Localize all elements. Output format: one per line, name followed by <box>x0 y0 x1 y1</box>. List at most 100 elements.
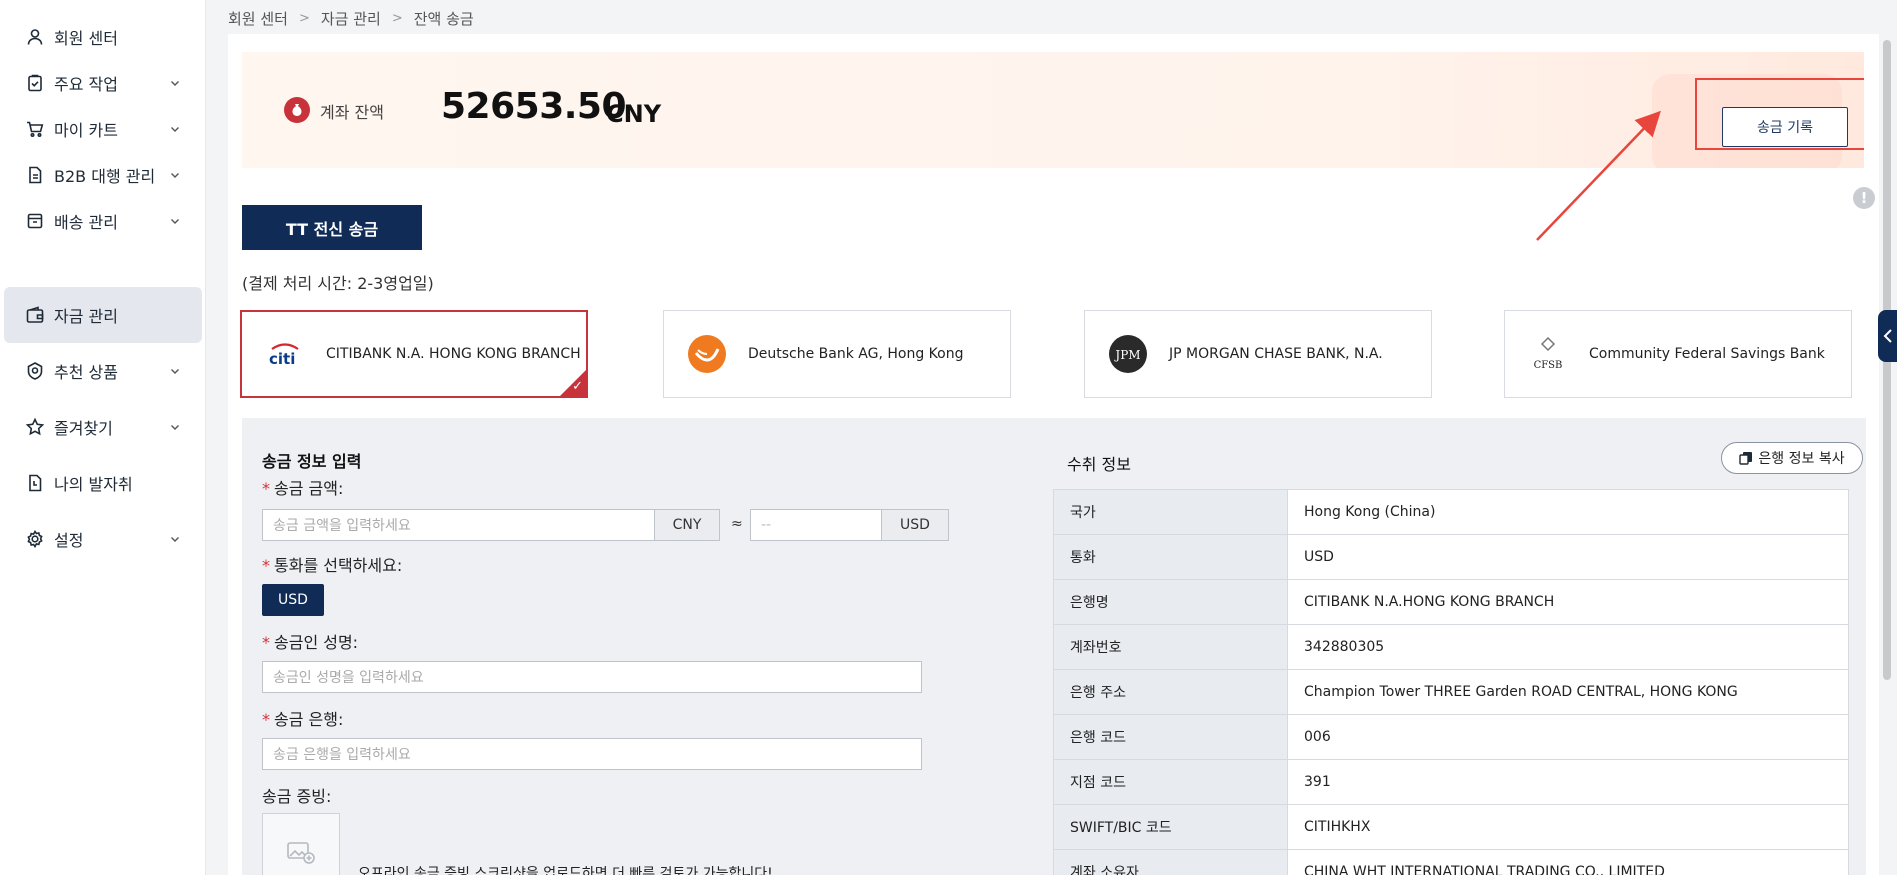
copy-button-label: 은행 정보 복사 <box>1758 451 1845 467</box>
sidebar-item-label: 추천 상품 <box>54 363 118 382</box>
receiver-info-key: 계좌 소유자 <box>1053 849 1288 875</box>
upload-proof-button[interactable] <box>262 813 340 875</box>
amount-label: * 송금 금액: <box>262 479 344 498</box>
sidebar-item-recommended[interactable]: 추천 상품 <box>4 343 202 399</box>
balance-label: 계좌 잔액 <box>320 103 384 122</box>
deutsche-logo <box>680 334 734 374</box>
sidebar-item-settings[interactable]: 설정 <box>4 511 202 567</box>
image-upload-icon <box>287 842 315 864</box>
receiver-info-value: CITIBANK N.A.HONG KONG BRANCH <box>1287 579 1849 625</box>
approx-symbol: ≈ <box>731 516 743 532</box>
receiver-info-value: 391 <box>1287 759 1849 805</box>
receiver-info-title: 수취 정보 <box>1067 455 1131 474</box>
bank-name: JP MORGAN CHASE BANK, N.A. <box>1169 346 1383 362</box>
citi-logo: citi <box>258 334 312 374</box>
balance-currency: CNY <box>606 100 662 128</box>
badge-icon <box>24 360 46 382</box>
receiver-info-key: SWIFT/BIC 코드 <box>1053 804 1288 850</box>
balance-banner: 계좌 잔액 52653.50 CNY 송금 기록 <box>242 52 1864 168</box>
svg-text:CFSB: CFSB <box>1534 360 1563 371</box>
tab-tt-transfer[interactable]: TT 전신 송금 <box>242 205 422 250</box>
sidebar-item-favorites[interactable]: 즐겨찾기 <box>4 399 202 455</box>
footprint-icon <box>24 472 46 494</box>
sidebar-item-label: 설정 <box>54 531 84 550</box>
bank-name: Community Federal Savings Bank <box>1589 346 1825 362</box>
receiver-info-key: 지점 코드 <box>1053 759 1288 805</box>
checkmark-icon: ✓ <box>572 379 583 394</box>
bank-name: CITIBANK N.A. HONG KONG BRANCH <box>326 346 581 362</box>
star-icon <box>24 416 46 438</box>
converted-currency-addon: USD <box>881 509 949 541</box>
copy-icon <box>1739 452 1753 465</box>
clipboard-check-icon <box>24 72 46 94</box>
receiver-info-value: 342880305 <box>1287 624 1849 670</box>
info-icon[interactable]: ! <box>1853 187 1875 209</box>
receiver-info-row: 계좌 소유자 CHINA WHT INTERNATIONAL TRADING CO… <box>1053 849 1849 875</box>
chevron-down-icon <box>171 81 179 86</box>
receiver-info-key: 국가 <box>1053 489 1288 535</box>
receiver-info-key: 은행 주소 <box>1053 669 1288 715</box>
bank-card-citibank[interactable]: citi CITIBANK N.A. HONG KONG BRANCH ✓ <box>240 310 588 398</box>
sidebar-item-funds[interactable]: 자금 관리 <box>4 287 202 343</box>
sidebar-item-label: 자금 관리 <box>54 307 118 326</box>
copy-bank-info-button[interactable]: 은행 정보 복사 <box>1721 442 1863 474</box>
cfsb-logo: CFSB <box>1521 334 1575 374</box>
annotation-highlight-box <box>1695 78 1864 150</box>
document-icon <box>24 164 46 186</box>
sidebar-item-label: 즐겨찾기 <box>54 419 113 438</box>
receiver-info-key: 통화 <box>1053 534 1288 580</box>
receiver-info-value: USD <box>1287 534 1849 580</box>
amount-input[interactable]: 송금 금액을 입력하세요 <box>262 509 655 541</box>
receiver-info-row: 계좌번호 342880305 <box>1053 624 1849 670</box>
receiver-info-value: 006 <box>1287 714 1849 760</box>
sidebar-item-label: 마이 카트 <box>54 121 118 140</box>
breadcrumb-item[interactable]: 자금 관리 <box>321 8 381 29</box>
bank-card-cfsb[interactable]: CFSB Community Federal Savings Bank <box>1504 310 1852 398</box>
chevron-down-icon <box>171 425 179 430</box>
svg-text:citi: citi <box>269 350 295 366</box>
remitting-bank-label: * 송금 은행: <box>262 710 344 729</box>
sidebar-item-label: 회원 센터 <box>54 29 118 48</box>
receiver-info-key: 은행 코드 <box>1053 714 1288 760</box>
sidebar-item-label: B2B 대행 관리 <box>54 167 156 186</box>
receiver-info-value: Champion Tower THREE Garden ROAD CENTRAL… <box>1287 669 1849 715</box>
receiver-info-value: CITIHKHX <box>1287 804 1849 850</box>
remitting-bank-input[interactable]: 송금 은행을 입력하세요 <box>262 738 922 770</box>
cart-icon <box>24 118 46 140</box>
balance-amount: 52653.50 <box>441 86 627 127</box>
breadcrumb-item[interactable]: 회원 센터 <box>228 8 288 29</box>
currency-option-usd[interactable]: USD <box>262 584 324 616</box>
chevron-down-icon <box>171 127 179 132</box>
chevron-down-icon <box>171 537 179 542</box>
receiver-info-row: 통화 USD <box>1053 534 1849 580</box>
wallet-icon <box>24 304 46 326</box>
sidebar-item-shipping[interactable]: 배송 관리 <box>4 193 202 249</box>
bank-card-deutsche[interactable]: Deutsche Bank AG, Hong Kong <box>663 310 1011 398</box>
bank-name: Deutsche Bank AG, Hong Kong <box>748 346 964 362</box>
breadcrumb-separator-icon: > <box>391 10 403 26</box>
sidebar-item-label: 배송 관리 <box>54 213 118 232</box>
chevron-down-icon <box>171 219 179 224</box>
amount-currency-addon: CNY <box>654 509 720 541</box>
processing-time-note: (결제 처리 시간: 2-3영업일) <box>242 274 434 293</box>
jpm-logo: JPM <box>1101 334 1155 374</box>
breadcrumb-item-current: 잔액 송금 <box>413 9 474 28</box>
breadcrumb: 회원 센터 > 자금 관리 > 잔액 송금 <box>228 7 474 29</box>
sidebar-item-label: 나의 발자취 <box>54 475 133 494</box>
svg-text:JPM: JPM <box>1113 348 1140 362</box>
converted-amount-field: -- <box>750 509 882 541</box>
proof-label: 송금 증빙: <box>262 787 332 806</box>
box-icon <box>24 210 46 232</box>
side-panel-toggle[interactable] <box>1878 310 1897 362</box>
receiver-info-row: SWIFT/BIC 코드 CITIHKHX <box>1053 804 1849 850</box>
remitter-name-input[interactable]: 송금인 성명을 입력하세요 <box>262 661 922 693</box>
sidebar: 회원 센터 주요 작업 마이 카트 B2B 대행 관리 배송 관리 자금 관리 <box>0 0 206 875</box>
receiver-info-row: 국가 Hong Kong (China) <box>1053 489 1849 535</box>
currency-select-label: * 통화를 선택하세요: <box>262 556 403 575</box>
receiver-info-row: 은행 코드 006 <box>1053 714 1849 760</box>
chevron-down-icon <box>171 173 179 178</box>
bank-card-jpmorgan[interactable]: JPM JP MORGAN CHASE BANK, N.A. <box>1084 310 1432 398</box>
receiver-info-key: 계좌번호 <box>1053 624 1288 670</box>
sidebar-item-footprints[interactable]: 나의 발자취 <box>4 455 202 511</box>
receiver-info-value: CHINA WHT INTERNATIONAL TRADING CO., LIM… <box>1287 849 1849 875</box>
